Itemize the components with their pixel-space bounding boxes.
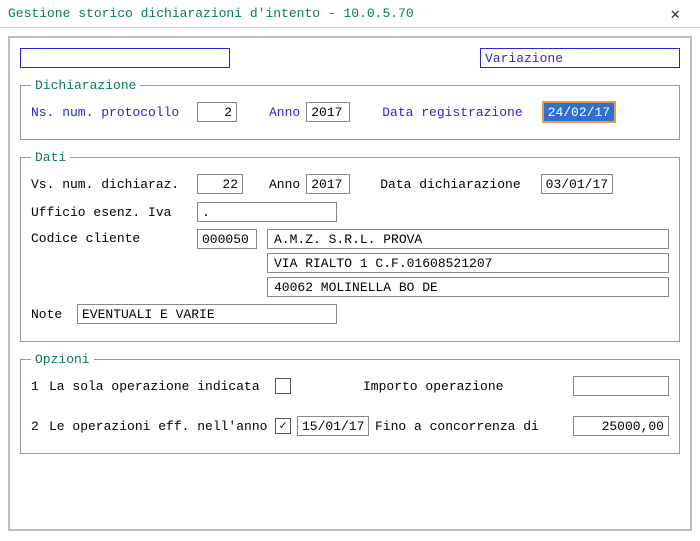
window: Gestione storico dichiarazioni d'intento… — [0, 0, 700, 541]
fino-input[interactable] — [573, 416, 669, 436]
dati-anno-label: Anno — [269, 177, 300, 192]
opt1-label: La sola operazione indicata — [49, 379, 269, 394]
vs-num-label: Vs. num. dichiaraz. — [31, 177, 191, 192]
importo-label: Importo operazione — [363, 379, 503, 394]
legend-dichiarazione: Dichiarazione — [31, 78, 140, 93]
status-field[interactable] — [480, 48, 680, 68]
opt1-number: 1 — [31, 379, 43, 394]
header-left-field[interactable] — [20, 48, 230, 68]
legend-opzioni: Opzioni — [31, 352, 94, 367]
fino-label: Fino a concorrenza di — [375, 419, 539, 434]
cliente-line2: VIA RIALTO 1 C.F.01608521207 — [267, 253, 669, 273]
close-icon[interactable]: ✕ — [658, 4, 692, 24]
codcli-input[interactable] — [197, 229, 257, 249]
opt2-label: Le operazioni eff. nell'anno — [49, 419, 269, 434]
data-reg-label: Data registrazione — [382, 105, 522, 120]
opt2-date-input[interactable] — [297, 416, 369, 436]
note-input[interactable] — [77, 304, 337, 324]
opt2-number: 2 — [31, 419, 43, 434]
cliente-line1: A.M.Z. S.R.L. PROVA — [267, 229, 669, 249]
ufficio-input[interactable] — [197, 202, 337, 222]
importo-input[interactable] — [573, 376, 669, 396]
title-bar: Gestione storico dichiarazioni d'intento… — [0, 0, 700, 28]
anno-input[interactable] — [306, 102, 350, 122]
dati-anno-input[interactable] — [306, 174, 350, 194]
vs-num-input[interactable] — [197, 174, 243, 194]
data-dich-label: Data dichiarazione — [380, 177, 520, 192]
cliente-line3: 40062 MOLINELLA BO DE — [267, 277, 669, 297]
codcli-label: Codice cliente — [31, 229, 191, 246]
data-dich-input[interactable] — [541, 174, 613, 194]
group-dichiarazione: Dichiarazione Ns. num. protocollo Anno D… — [20, 78, 680, 140]
window-title: Gestione storico dichiarazioni d'intento… — [8, 6, 414, 21]
group-opzioni: Opzioni 1 La sola operazione indicata Im… — [20, 352, 680, 454]
ufficio-label: Ufficio esenz. Iva — [31, 205, 191, 220]
anno-label: Anno — [269, 105, 300, 120]
note-label: Note — [31, 307, 71, 322]
protocollo-label: Ns. num. protocollo — [31, 105, 191, 120]
legend-dati: Dati — [31, 150, 70, 165]
data-reg-input[interactable]: 24/02/17 — [543, 102, 615, 122]
protocollo-input[interactable] — [197, 102, 237, 122]
opt2-checkbox[interactable]: ✓ — [275, 418, 291, 434]
client-area: Dichiarazione Ns. num. protocollo Anno D… — [8, 36, 692, 531]
opt1-checkbox[interactable] — [275, 378, 291, 394]
group-dati: Dati Vs. num. dichiaraz. Anno Data dichi… — [20, 150, 680, 342]
